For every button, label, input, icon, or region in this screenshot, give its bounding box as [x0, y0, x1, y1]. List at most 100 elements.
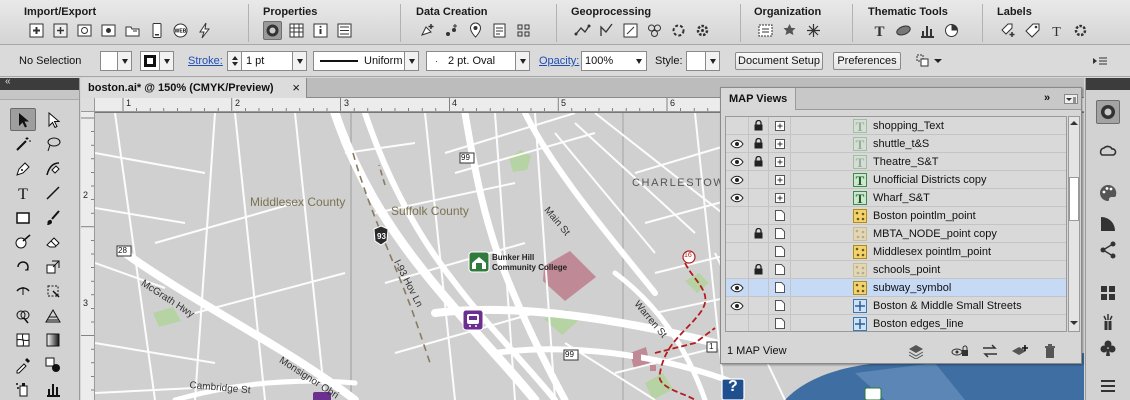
perspective-grid-tool-icon[interactable] [40, 304, 66, 327]
lock-toggle[interactable] [749, 242, 769, 261]
attribute-table-icon[interactable] [287, 21, 306, 40]
map-theme-icon[interactable] [263, 21, 282, 40]
selection-tool-icon[interactable] [10, 108, 36, 131]
open-folder-icon[interactable] [123, 21, 142, 40]
layer-row[interactable]: Boston & Middle Small Streets [726, 296, 1066, 315]
scroll-up-icon[interactable] [1070, 118, 1078, 128]
label-font-icon[interactable]: T [1047, 21, 1066, 40]
visibility-toggle[interactable] [726, 188, 749, 207]
expand-toggle[interactable] [769, 134, 791, 153]
visibility-toggle[interactable] [726, 242, 749, 261]
swap-arrows-icon[interactable] [981, 343, 999, 359]
line-segment-tool-icon[interactable] [40, 182, 66, 205]
lock-toggle[interactable] [749, 170, 769, 189]
layer-row[interactable]: schools_point [726, 260, 1066, 279]
brush-dropdown[interactable]: · 2 pt. Oval [426, 51, 530, 71]
layer-row[interactable]: T Unofficial Districts copy [726, 170, 1066, 189]
expand-toggle[interactable] [769, 278, 791, 297]
add-points-icon[interactable] [442, 21, 461, 40]
buffer-icon[interactable] [645, 21, 664, 40]
export-icon[interactable] [75, 21, 94, 40]
panel-menu-icon[interactable] [1064, 94, 1078, 104]
document-tab[interactable]: boston.ai* @ 150% (CMYK/Preview) × [81, 78, 307, 98]
layer-row[interactable]: Tshopping_Text [726, 117, 1066, 135]
lightning-icon[interactable] [195, 21, 214, 40]
lock-toggle[interactable] [749, 117, 769, 135]
rectangle-tool-icon[interactable] [10, 206, 36, 229]
brushes-icon[interactable] [1096, 310, 1120, 334]
rotate-tool-icon[interactable] [10, 255, 36, 278]
map-settings-icon[interactable] [99, 21, 118, 40]
direct-selection-tool-icon[interactable] [40, 108, 66, 131]
map-views-tab[interactable]: MAP Views [721, 88, 797, 110]
expand-toggle[interactable] [769, 296, 791, 315]
layers-grid-icon[interactable] [1096, 281, 1120, 305]
arrange-icon[interactable] [804, 21, 823, 40]
layer-row[interactable]: Middlesex pointlm_point [726, 242, 1066, 261]
opacity-label[interactable]: Opacity: [539, 55, 579, 67]
scale-tool-icon[interactable] [40, 255, 66, 278]
lock-toggle[interactable] [749, 224, 769, 243]
visibility-toggle[interactable] [726, 296, 749, 315]
stroke-stepper[interactable] [228, 52, 242, 70]
collapse-panel-icon[interactable]: » [1044, 92, 1050, 104]
layers-scrollbar[interactable] [1068, 116, 1080, 332]
symbols-icon[interactable] [1096, 238, 1120, 262]
add-label-icon[interactable] [999, 21, 1018, 40]
panel-grip[interactable] [0, 90, 79, 100]
map-views-dock-icon[interactable] [1096, 100, 1120, 124]
lock-toggle[interactable] [749, 134, 769, 153]
close-tab-icon[interactable]: × [292, 80, 300, 95]
web-export-icon[interactable]: WEB [171, 21, 190, 40]
legend-icon[interactable] [335, 21, 354, 40]
shape-builder-tool-icon[interactable] [10, 304, 36, 327]
expand-toggle[interactable] [769, 117, 791, 135]
width-tool-icon[interactable] [10, 280, 36, 303]
label-settings-icon[interactable] [1071, 21, 1090, 40]
gradient-tool-icon[interactable] [40, 329, 66, 352]
layer-row[interactable]: Boston edges_line [726, 314, 1066, 331]
mesh-tool-icon[interactable] [10, 329, 36, 352]
add-map-view-icon[interactable] [1011, 343, 1029, 359]
color-palette-icon[interactable] [1096, 181, 1120, 205]
pie-symbol-icon[interactable] [942, 21, 961, 40]
layers-stack-icon[interactable] [907, 343, 925, 359]
gear-icon[interactable] [693, 21, 712, 40]
panel-header[interactable]: MAP Views » [721, 88, 1081, 110]
collapse-icon[interactable]: « [5, 76, 11, 87]
eraser-tool-icon[interactable] [40, 231, 66, 254]
chart-symbol-icon[interactable] [918, 21, 937, 40]
align-panel-icon[interactable] [1096, 374, 1120, 398]
graphic-style-dropdown[interactable] [686, 51, 720, 71]
lock-toggle[interactable] [749, 206, 769, 225]
scroll-down-icon[interactable] [1070, 318, 1078, 328]
expand-toggle[interactable] [769, 260, 791, 279]
join-icon[interactable] [597, 21, 616, 40]
layer-row[interactable]: T Theatre_S&T [726, 152, 1066, 171]
lock-toggle[interactable] [749, 314, 769, 331]
column-graph-tool-icon[interactable] [40, 378, 66, 400]
layer-row[interactable]: Boston pointlm_point [726, 206, 1066, 225]
visibility-toggle[interactable] [726, 170, 749, 189]
expand-toggle[interactable] [769, 170, 791, 189]
visibility-toggle[interactable] [726, 117, 749, 135]
blend-tool-icon[interactable] [40, 353, 66, 376]
select-by-attribute-icon[interactable] [490, 21, 509, 40]
trash-icon[interactable] [1041, 343, 1059, 359]
text-symbol-icon[interactable]: T [870, 21, 889, 40]
group-icon[interactable] [780, 21, 799, 40]
visibility-toggle[interactable] [726, 152, 749, 171]
arrange-dropdown[interactable] [914, 52, 944, 70]
expand-toggle[interactable] [769, 224, 791, 243]
visibility-toggle[interactable] [726, 260, 749, 279]
shaper-tool-icon[interactable] [10, 231, 36, 254]
fill-color-dropdown[interactable] [100, 51, 132, 71]
pen-tool-icon[interactable] [10, 157, 36, 180]
leaf-icon[interactable] [894, 21, 913, 40]
lock-toggle[interactable] [749, 278, 769, 297]
lock-toggle[interactable] [749, 296, 769, 315]
lock-toggle[interactable] [749, 260, 769, 279]
swatches-icon[interactable] [1096, 212, 1120, 236]
expand-toggle[interactable] [769, 314, 791, 331]
dock-header[interactable]: » [1086, 78, 1130, 90]
